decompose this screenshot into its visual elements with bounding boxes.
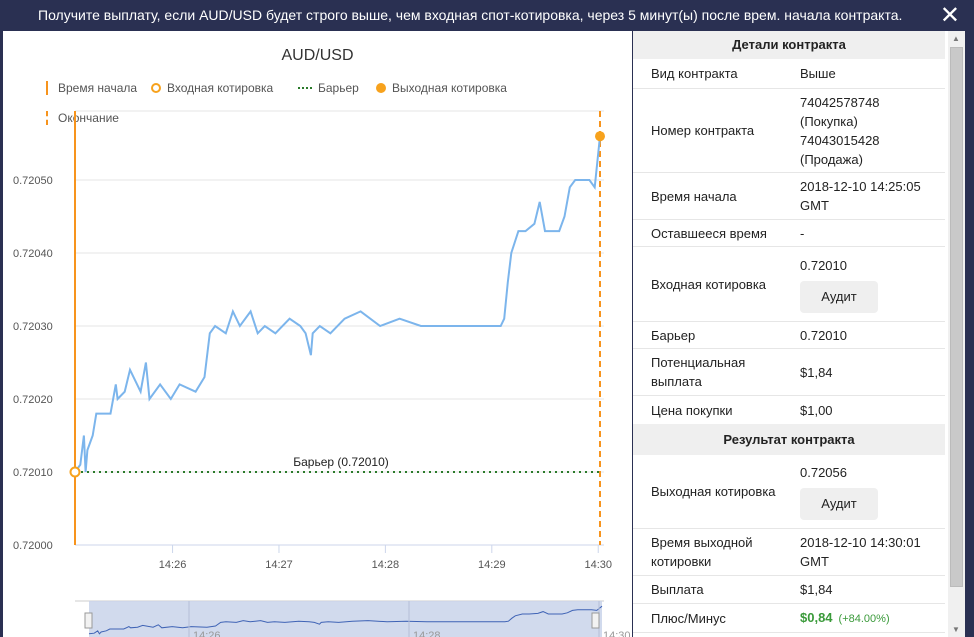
navigator-label: 14:28: [413, 630, 441, 637]
value: -: [800, 225, 805, 241]
row-purchase-price: Цена покупки $1,00: [633, 396, 945, 424]
label: Оставшееся время: [651, 225, 767, 241]
label: Барьер: [651, 327, 696, 343]
x-tick-label: 14:27: [265, 559, 293, 571]
label: Выплата: [651, 582, 704, 597]
scrollbar-thumb[interactable]: [950, 47, 963, 587]
row-exit-spot: Выходная котировка 0.72056 Аудит: [633, 455, 945, 529]
navigator-right-handle[interactable]: [591, 612, 600, 629]
row-barrier: Барьер 0.72010: [633, 322, 945, 349]
barrier-label: Барьер (0.72010): [293, 455, 389, 469]
price-line: [74, 136, 601, 473]
value: $1,00: [800, 402, 833, 418]
scroll-up-icon[interactable]: ▲: [952, 34, 960, 43]
value: 0.72010: [800, 327, 847, 343]
price-chart: 0.72000 0.72010 0.72020 0.72030 0.72040 0.720…: [13, 110, 631, 637]
profit-percent: (+84.00%): [838, 612, 890, 625]
audit-exit-button[interactable]: Аудит: [800, 488, 878, 520]
value-tz: GMT: [800, 198, 829, 213]
details-heading: Детали контракта: [633, 31, 945, 59]
entry-spot-marker: [69, 466, 81, 478]
y-tick-label: 0.72050: [13, 175, 53, 187]
y-tick-label: 0.72030: [13, 321, 53, 333]
sell-label: (Продажа): [800, 151, 863, 167]
row-entry-spot: Входная котировка 0.72010 Аудит: [633, 247, 945, 322]
y-tick-label: 0.72040: [13, 248, 53, 260]
value: $1,84: [800, 582, 833, 597]
navigator-label: 14:26: [193, 630, 221, 637]
window-border: [965, 31, 974, 637]
label: Время выходной: [651, 535, 753, 550]
result-heading: Результат контракта: [633, 424, 945, 455]
label: Плюс/Минус: [651, 610, 726, 626]
label-2: котировки: [651, 554, 712, 569]
close-icon[interactable]: ✕: [940, 0, 960, 31]
row-contract-type: Вид контракта Выше: [633, 59, 945, 89]
navigator-selection: [89, 601, 602, 637]
label-2: выплата: [651, 374, 702, 389]
chart-panel: AUD/USD Время начала Входная котировка Б…: [3, 31, 632, 637]
contract-details-panel: Детали контракта Вид контракта Выше Номер…: [633, 31, 948, 637]
profit-value: $0,84: [800, 609, 833, 625]
row-potential-payout: Потенциальная выплата $1,84: [633, 349, 945, 396]
exit-spot-marker: [595, 131, 605, 142]
label: Вид контракта: [651, 66, 738, 81]
value-tz: GMT: [800, 554, 829, 569]
x-tick-label: 14:30: [584, 559, 612, 571]
value: $1,84: [800, 364, 833, 380]
row-remaining-time: Оставшееся время -: [633, 220, 945, 247]
value: 0.72010: [800, 257, 847, 273]
y-tick-label: 0.72000: [13, 540, 53, 552]
buy-label: (Покупка): [800, 113, 858, 129]
row-payout: Выплата $1,84: [633, 576, 945, 604]
x-tick-label: 14:29: [478, 559, 506, 571]
label: Цена покупки: [651, 402, 733, 418]
label: Входная котировка: [651, 276, 767, 292]
header-text: Получите выплату, если AUD/USD будет стр…: [38, 7, 903, 23]
y-tick-label: 0.72020: [13, 394, 53, 406]
row-profit-loss: Плюс/Минус $0,84 (+84.00%): [633, 604, 945, 633]
scroll-down-icon[interactable]: ▼: [952, 625, 960, 634]
x-tick-label: 14:28: [372, 559, 400, 571]
contract-description: Получите выплату, если AUD/USD будет стр…: [0, 0, 974, 31]
audit-entry-button[interactable]: Аудит: [800, 280, 878, 313]
y-tick-label: 0.72010: [13, 467, 53, 479]
details-scrollbar[interactable]: ▲ ▼: [948, 31, 965, 637]
navigator-label: 14:30: [603, 630, 631, 637]
row-start-time: Время начала 2018-12-10 14:25:05 GMT: [633, 173, 945, 220]
label: Потенциальная: [651, 355, 746, 370]
row-exit-time: Время выходной котировки 2018-12-10 14:30:…: [633, 529, 945, 576]
value: 2018-12-10 14:30:01: [800, 535, 921, 550]
x-tick-label: 14:26: [159, 559, 187, 571]
value: 0.72056: [800, 465, 847, 480]
label: Выходная котировка: [651, 484, 776, 499]
row-contract-id: Номер контракта 74042578748 (Покупка) 74043…: [633, 89, 945, 173]
sell-id: 74043015428: [800, 132, 880, 148]
navigator-left-handle[interactable]: [84, 612, 93, 629]
buy-id: 74042578748: [800, 94, 880, 110]
value: 2018-12-10 14:25:05: [800, 179, 921, 194]
label: Номер контракта: [651, 123, 755, 138]
label: Время начала: [651, 188, 737, 204]
value: Выше: [800, 66, 836, 81]
